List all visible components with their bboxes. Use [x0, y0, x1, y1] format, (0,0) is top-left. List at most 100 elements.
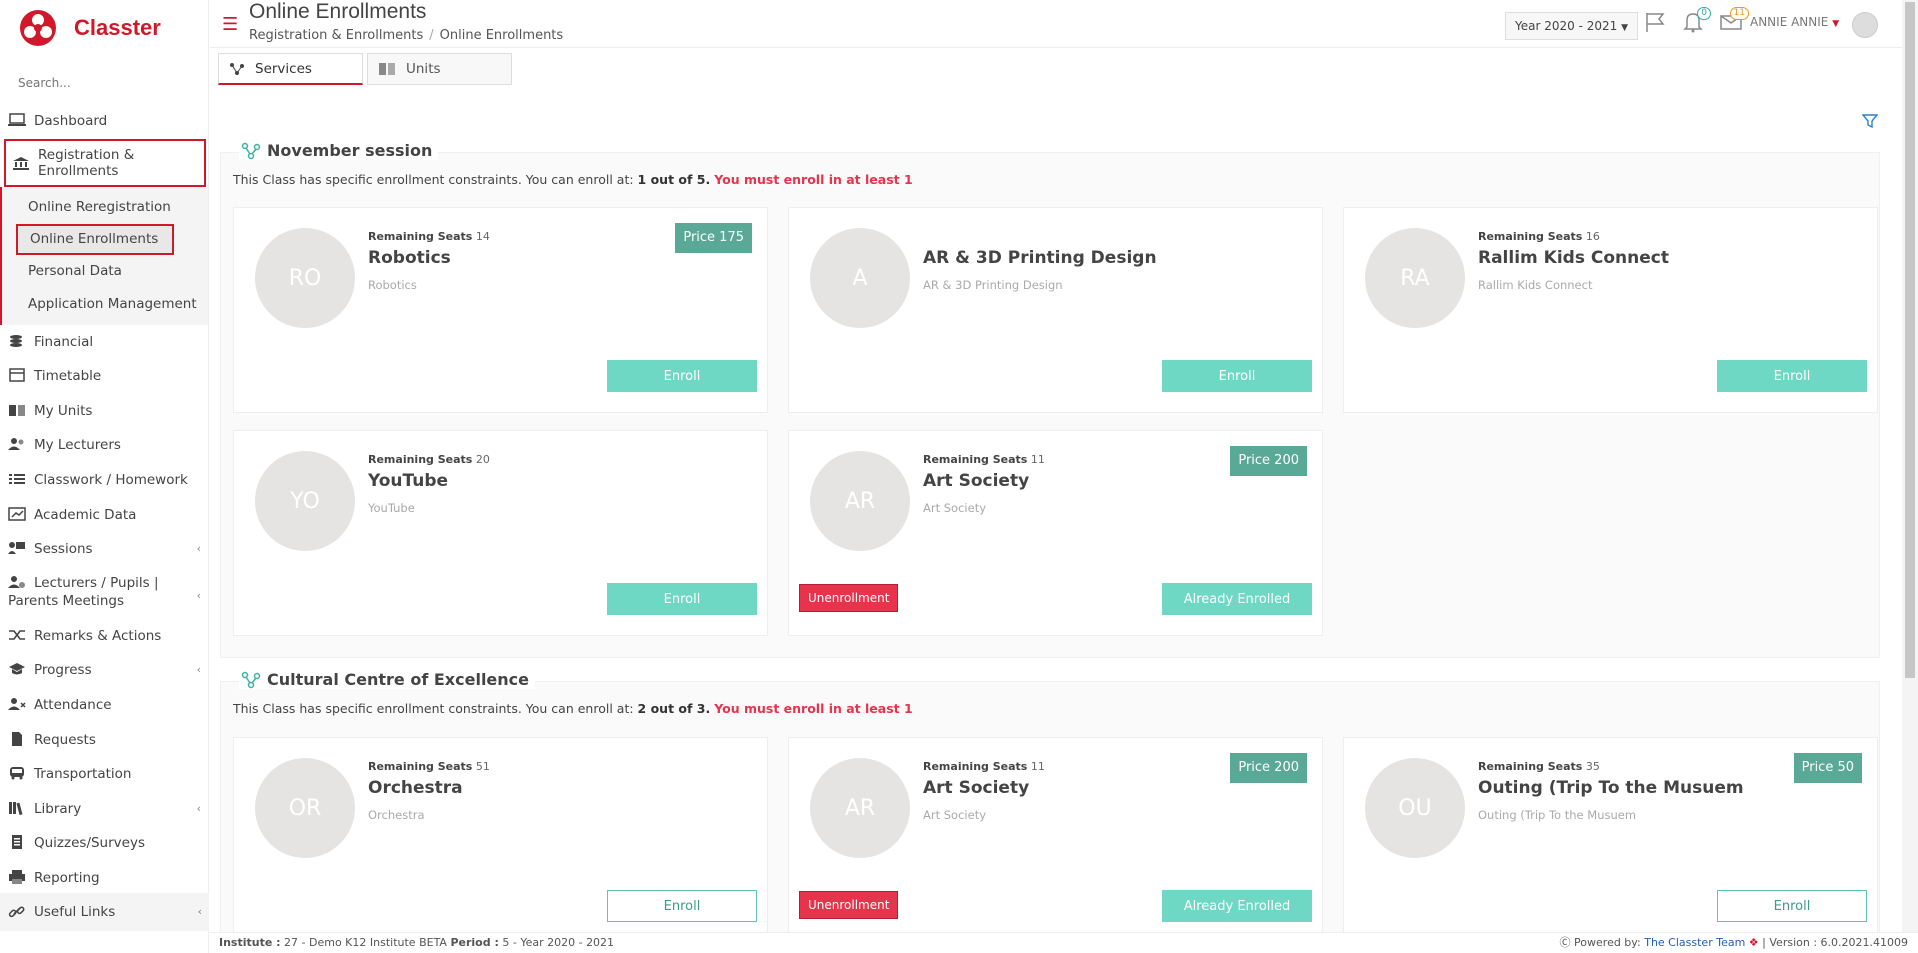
chevron-left-icon: ‹ — [196, 801, 201, 815]
envelope-icon[interactable]: 11 — [1719, 7, 1749, 34]
service-card: YO Remaining Seats 20 YouTube YouTube En… — [233, 430, 768, 636]
footer: Institute : 27 - Demo K12 Institute BETA… — [210, 932, 1918, 953]
sidebar-sub-application-management[interactable]: Application Management — [2, 288, 208, 321]
sidebar-item-sessions[interactable]: Sessions ‹ — [0, 532, 208, 567]
sidebar-item-quizzes[interactable]: Quizzes/Surveys — [0, 826, 208, 861]
already-enrolled-button[interactable]: Already Enrolled — [1162, 890, 1312, 922]
price-badge: Price 200 — [1230, 753, 1307, 783]
remaining-seats: Remaining Seats 14 — [368, 230, 490, 243]
sidebar-item-label: Registration & Enrollments — [38, 146, 135, 179]
tab-units[interactable]: Units — [367, 53, 512, 85]
sidebar: Classter Dashboard Registration & Enroll… — [0, 0, 209, 953]
sidebar-item-classwork[interactable]: Classwork / Homework — [0, 463, 208, 498]
messages-badge: 11 — [1729, 7, 1749, 20]
unenrollment-button[interactable]: Unenrollment — [799, 584, 899, 612]
sidebar-item-label: Reporting — [34, 869, 100, 886]
service-name: Art Society — [923, 778, 1030, 798]
sidebar-item-label: Sessions — [34, 541, 93, 558]
sidebar-sub-online-enrollments[interactable]: Online Enrollments — [16, 223, 174, 255]
price-badge: Price 50 — [1793, 753, 1862, 783]
users-icon — [8, 438, 24, 451]
enroll-button[interactable]: Enroll — [607, 583, 757, 615]
price-badge: Price 200 — [1230, 446, 1307, 476]
sidebar-sub-personal-data[interactable]: Personal Data — [2, 255, 208, 288]
sidebar-item-remarks[interactable]: Remarks & Actions — [0, 619, 208, 654]
sidebar-item-label: Academic Data — [34, 506, 137, 523]
session-title: November session — [239, 141, 439, 160]
chevron-left-icon: ‹ — [196, 588, 201, 602]
printer-icon — [9, 869, 25, 884]
remaining-seats: Remaining Seats 35 — [1478, 760, 1600, 773]
scrollbar[interactable] — [1902, 0, 1918, 932]
sidebar-item-label: Requests — [34, 731, 96, 748]
sidebar-item-registration[interactable]: Registration & Enrollments — [4, 138, 206, 187]
sidebar-item-label: Transportation — [34, 766, 132, 783]
sidebar-item-progress[interactable]: Progress ‹ — [0, 653, 208, 688]
service-subtitle: Orchestra — [368, 808, 425, 822]
sidebar-nav: Dashboard Registration & Enrollments Onl… — [0, 104, 208, 896]
user-x-icon — [8, 697, 26, 710]
sidebar-item-label: Remarks & Actions — [34, 627, 162, 644]
sidebar-item-my-lecturers[interactable]: My Lecturers — [0, 428, 208, 463]
enroll-button[interactable]: Enroll — [1717, 890, 1867, 922]
service-avatar: AR — [810, 758, 910, 858]
sidebar-item-label: Attendance — [34, 696, 112, 713]
sidebar-item-requests[interactable]: Requests — [0, 723, 208, 758]
user-clock-icon — [8, 575, 25, 588]
avatar[interactable] — [1852, 12, 1878, 38]
sidebar-item-library[interactable]: Library ‹ — [0, 792, 208, 827]
service-avatar: RO — [255, 228, 355, 328]
service-name: Art Society — [923, 471, 1030, 491]
sidebar-item-reporting[interactable]: Reporting — [0, 861, 208, 896]
remaining-seats: Remaining Seats 51 — [368, 760, 490, 773]
classter-team-link[interactable]: The Classter Team — [1644, 936, 1745, 949]
session-section: November session This Class has specific… — [220, 141, 1880, 658]
already-enrolled-button[interactable]: Already Enrolled — [1162, 583, 1312, 615]
sidebar-item-transportation[interactable]: Transportation — [0, 757, 208, 792]
caret-down-icon: ▼ — [1621, 23, 1629, 33]
services-icon — [241, 671, 261, 688]
sidebar-item-label: Classwork / Homework — [34, 471, 188, 488]
year-select[interactable]: Year 2020 - 2021 ▼ — [1505, 12, 1639, 40]
calendar-icon — [9, 368, 25, 382]
copyright-icon: Ⓒ — [1559, 936, 1571, 949]
scrollbar-thumb[interactable] — [1905, 2, 1915, 678]
presentation-icon — [8, 542, 25, 555]
breadcrumb-item: Online Enrollments — [439, 28, 564, 43]
service-subtitle: AR & 3D Printing Design — [923, 278, 1063, 292]
clipboard-list-icon — [12, 835, 22, 850]
hamburger-menu-icon[interactable]: ☰ — [222, 14, 238, 35]
sidebar-search-input[interactable] — [0, 68, 209, 98]
bell-icon[interactable]: 0 — [1681, 7, 1711, 34]
tabs: Services Units — [218, 53, 512, 85]
breadcrumb-item[interactable]: Registration & Enrollments — [249, 28, 423, 43]
enroll-button[interactable]: Enroll — [1162, 360, 1312, 392]
classter-small-logo-icon: ❖ — [1748, 936, 1759, 949]
logo[interactable]: Classter — [0, 0, 208, 55]
sidebar-item-label: Library — [34, 800, 82, 817]
sidebar-item-label: My Units — [34, 402, 93, 419]
useful-links[interactable]: Useful Links ‹ — [0, 893, 209, 931]
chevron-left-icon: ‹ — [197, 905, 202, 918]
sidebar-item-financial[interactable]: Financial — [0, 325, 208, 360]
sidebar-item-my-units[interactable]: My Units — [0, 394, 208, 429]
sidebar-item-dashboard[interactable]: Dashboard — [0, 104, 208, 139]
service-subtitle: YouTube — [368, 501, 415, 515]
flag-icon[interactable] — [1643, 10, 1667, 34]
user-menu[interactable]: ANNIE ANNIE ▼ — [1750, 15, 1839, 29]
sidebar-item-timetable[interactable]: Timetable — [0, 359, 208, 394]
enroll-button[interactable]: Enroll — [607, 890, 757, 922]
header-icons: 0 11 — [1643, 7, 1749, 34]
sidebar-item-academic-data[interactable]: Academic Data — [0, 498, 208, 533]
enroll-button[interactable]: Enroll — [1717, 360, 1867, 392]
service-subtitle: Art Society — [923, 808, 987, 822]
sidebar-sub-online-reregistration[interactable]: Online Reregistration — [2, 191, 208, 224]
filter-icon[interactable] — [1862, 113, 1878, 129]
enroll-button[interactable]: Enroll — [607, 360, 757, 392]
unenrollment-button[interactable]: Unenrollment — [799, 891, 899, 919]
service-name: Rallim Kids Connect — [1478, 248, 1669, 268]
service-name: YouTube — [368, 471, 449, 491]
sidebar-item-meetings[interactable]: Lecturers / Pupils | Parents Meetings ‹ — [0, 567, 208, 619]
sidebar-item-attendance[interactable]: Attendance — [0, 688, 208, 723]
tab-services[interactable]: Services — [218, 53, 363, 85]
